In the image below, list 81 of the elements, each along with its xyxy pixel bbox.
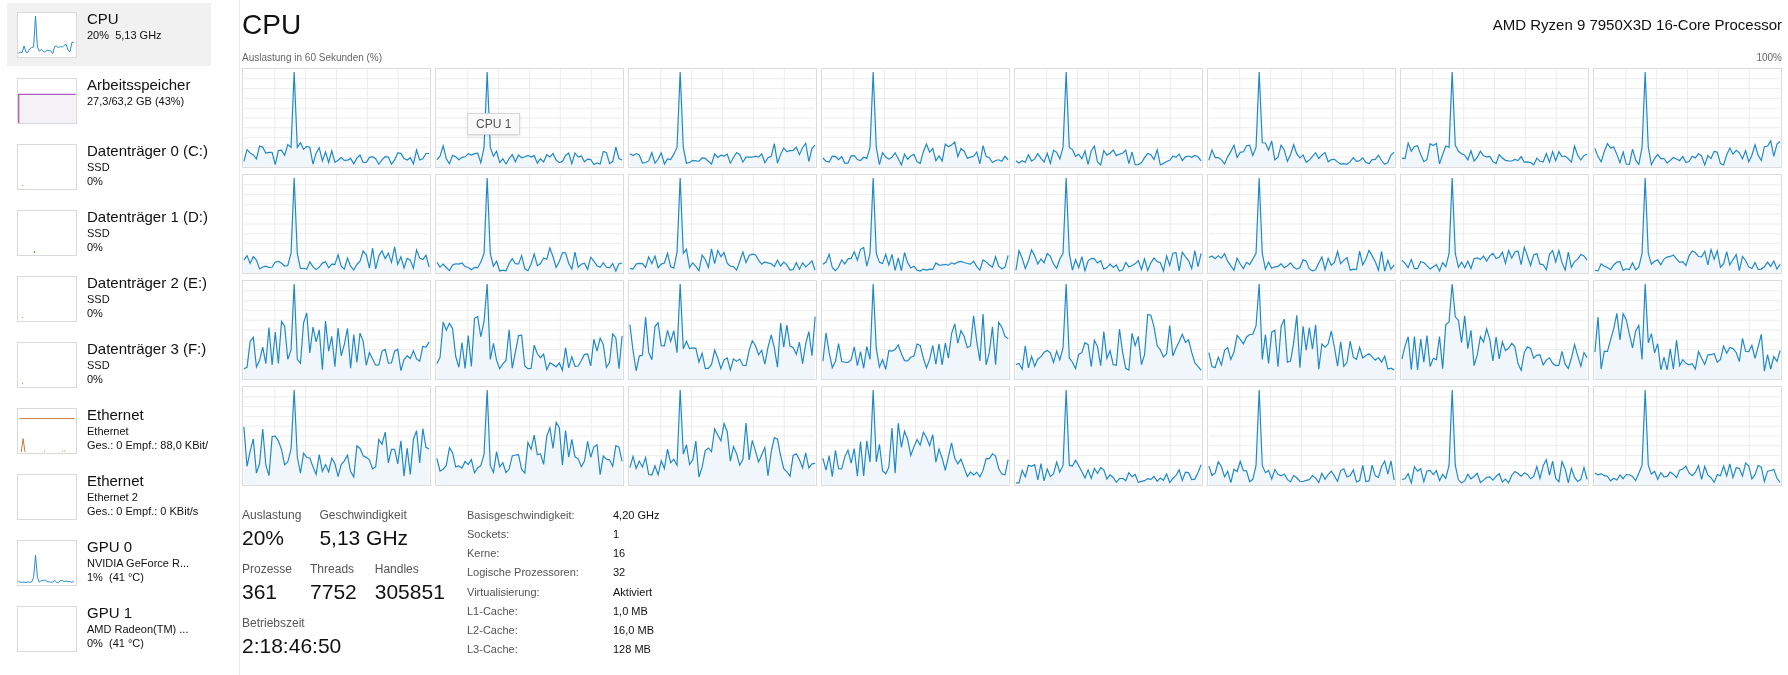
stat-label: Handles xyxy=(374,561,420,578)
sidebar-item[interactable]: Datenträger 1 (D:) SSD 0% xyxy=(7,201,211,264)
item-detail: Ges.: 0 Empf.: 0 KBit/s xyxy=(87,504,199,518)
sidebar-item[interactable]: Arbeitsspeicher 27,3/63,2 GB (43%) xyxy=(7,69,211,132)
sidebar-item[interactable]: GPU 0 NVIDIA GeForce R... 1% (41 °C) xyxy=(7,531,211,594)
detail-value: 16,0 MB xyxy=(613,622,655,638)
detail-label: L1-Cache: xyxy=(467,603,519,619)
item-title: Datenträger 3 (F:) xyxy=(87,339,207,358)
stat-label: Auslastung xyxy=(242,507,302,524)
stat-label: Betriebszeit xyxy=(242,615,306,632)
stat-label: Threads xyxy=(310,561,356,578)
item-title: GPU 0 xyxy=(87,537,133,556)
item-detail: AMD Radeon(TM) ... xyxy=(87,622,189,636)
thumbnail-graph xyxy=(17,210,77,256)
item-title: GPU 1 xyxy=(87,603,133,622)
stat-value: 5,13 GHz xyxy=(319,525,409,551)
item-detail: Ethernet 2 xyxy=(87,490,139,504)
thumbnail-graph xyxy=(17,12,77,58)
item-detail: 0% xyxy=(87,306,104,320)
item-title: Ethernet xyxy=(87,405,145,424)
stat-value: 20% xyxy=(242,525,286,551)
sidebar-item[interactable]: Ethernet Ethernet Ges.: 0 Empf.: 88,0 KBit/ xyxy=(7,399,211,462)
thumbnail-graph xyxy=(17,540,77,586)
item-detail: NVIDIA GeForce R... xyxy=(87,556,190,570)
detail-value: 32 xyxy=(613,565,627,581)
item-title: Datenträger 1 (D:) xyxy=(87,207,208,226)
item-title: Arbeitsspeicher xyxy=(87,75,191,94)
sidebar-item[interactable]: Datenträger 3 (F:) SSD 0% xyxy=(7,333,211,396)
thumbnail-graph xyxy=(17,78,77,124)
detail-value: 1,0 MB xyxy=(613,603,649,619)
stat-label: Prozesse xyxy=(242,561,293,578)
detail-label: Logische Prozessoren: xyxy=(467,565,580,581)
graph-caption: Auslastung in 60 Sekunden (%) xyxy=(242,51,383,65)
item-detail: 1% (41 °C) xyxy=(87,570,145,584)
graph-max-label: 100% xyxy=(1756,51,1782,65)
item-detail: 27,3/63,2 GB (43%) xyxy=(87,94,186,108)
item-detail: 0% xyxy=(87,240,104,254)
item-detail: SSD xyxy=(87,160,111,174)
sidebar-item[interactable]: Datenträger 0 (C:) SSD 0% xyxy=(7,135,211,198)
item-detail: 0% (41 °C) xyxy=(87,636,145,650)
stat-value: 7752 xyxy=(310,579,357,605)
detail-label: Sockets: xyxy=(467,527,511,543)
item-detail: SSD xyxy=(87,358,111,372)
detail-label: L2-Cache: xyxy=(467,622,519,638)
sidebar-item[interactable]: Ethernet Ethernet 2 Ges.: 0 Empf.: 0 KBit/s xyxy=(7,465,211,528)
thumbnail-graph xyxy=(17,474,77,520)
item-detail: SSD xyxy=(87,226,111,240)
thumbnail-graph xyxy=(17,276,77,322)
item-detail: Ges.: 0 Empf.: 88,0 KBit/ xyxy=(87,438,209,452)
item-detail: SSD xyxy=(87,292,111,306)
detail-value: 4,20 GHz xyxy=(613,508,660,523)
item-title: Ethernet xyxy=(87,471,145,490)
stat-value: 305851 xyxy=(374,579,445,605)
detail-label: Kerne: xyxy=(467,546,501,562)
thumbnail-graph xyxy=(17,144,77,190)
detail-label: Virtualisierung: xyxy=(467,584,541,600)
thumbnail-graph xyxy=(17,408,77,454)
detail-label: Basisgeschwindigkeit: xyxy=(467,508,576,523)
item-detail: 0% xyxy=(87,372,104,386)
sidebar-item[interactable]: Datenträger 2 (E:) SSD 0% xyxy=(7,267,211,330)
thumbnail-graph xyxy=(17,342,77,388)
detail-value: 128 MB xyxy=(613,641,652,657)
detail-value: Aktiviert xyxy=(613,584,654,600)
stat-label: Geschwindigkeit xyxy=(319,507,408,524)
sidebar-item[interactable]: GPU 1 AMD Radeon(TM) ... 0% (41 °C) xyxy=(7,597,211,660)
item-title: CPU xyxy=(87,9,120,28)
thumbnail-graph xyxy=(17,606,77,652)
detail-value: 16 xyxy=(613,546,627,562)
item-detail: Ethernet xyxy=(87,424,130,438)
sidebar-item[interactable]: CPU 20% 5,13 GHz xyxy=(7,3,211,66)
item-detail: 0% xyxy=(87,174,104,188)
detail-value: 1 xyxy=(613,527,621,543)
processor-name: AMD Ryzen 9 7950X3D 16-Core Processor xyxy=(1492,14,1782,35)
item-title: Datenträger 0 (C:) xyxy=(87,141,208,160)
item-title: Datenträger 2 (E:) xyxy=(87,273,208,292)
stat-value: 361 xyxy=(242,579,279,605)
page-title: CPU xyxy=(242,8,302,42)
detail-label: L3-Cache: xyxy=(467,641,519,657)
stat-value: 2:18:46:50 xyxy=(242,633,342,659)
tooltip: CPU 1 xyxy=(467,113,521,135)
item-detail: 20% 5,13 GHz xyxy=(87,28,162,42)
